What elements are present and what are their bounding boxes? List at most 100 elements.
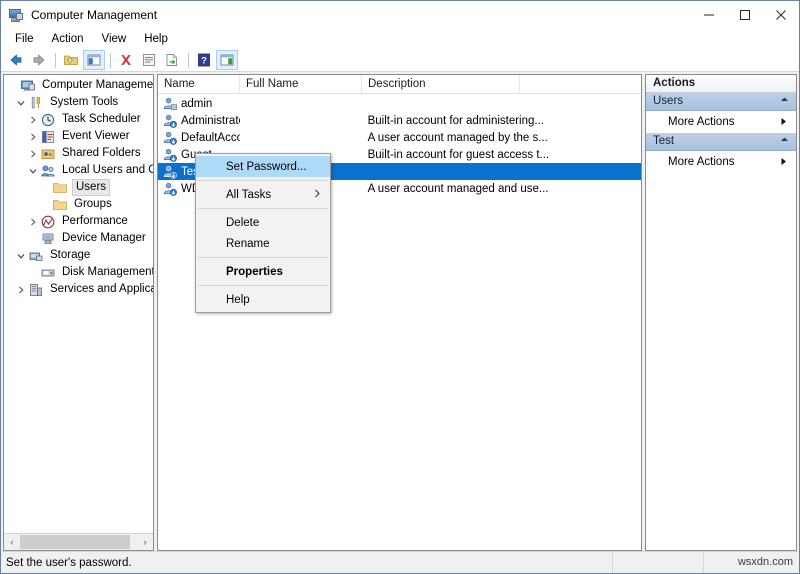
tree-item-shared-folders[interactable]: Shared Folders bbox=[4, 145, 153, 162]
tree-item-event-viewer[interactable]: Event Viewer bbox=[4, 128, 153, 145]
status-bar: Set the user's password. wsxdn.com bbox=[1, 551, 799, 573]
user-name: Administrator bbox=[181, 114, 240, 127]
delete-icon[interactable] bbox=[115, 50, 137, 70]
toolbar-separator bbox=[110, 52, 111, 68]
tree-item-label: Event Viewer bbox=[62, 130, 130, 142]
chevron-down-icon[interactable] bbox=[14, 95, 28, 111]
context-menu-separator bbox=[198, 208, 328, 209]
tree-item-storage[interactable]: Storage bbox=[4, 247, 153, 264]
tree-item-device-manager[interactable]: Device Manager bbox=[4, 230, 153, 247]
user-icon bbox=[162, 113, 178, 129]
scroll-left-icon[interactable]: ‹ bbox=[4, 534, 20, 550]
context-menu-item-delete[interactable]: Delete bbox=[196, 212, 330, 233]
context-menu-item-all-tasks[interactable]: All Tasks bbox=[196, 184, 330, 205]
tree-item-label: Groups bbox=[74, 198, 112, 210]
chevron-right-icon[interactable] bbox=[14, 282, 28, 298]
menu-file[interactable]: File bbox=[6, 30, 43, 49]
scroll-right-icon[interactable]: › bbox=[137, 534, 153, 550]
properties-icon[interactable] bbox=[138, 50, 160, 70]
chevron-right-icon[interactable] bbox=[26, 129, 40, 145]
cell-name: DefaultAcco bbox=[158, 130, 240, 146]
tree-item-task-scheduler[interactable]: Task Scheduler bbox=[4, 111, 153, 128]
chevron-right-icon[interactable] bbox=[26, 146, 40, 162]
menu-view[interactable]: View bbox=[93, 30, 136, 49]
status-segment bbox=[612, 552, 703, 573]
tree-item-label: Computer Management (Local bbox=[42, 79, 153, 91]
tree-item-disk-management[interactable]: Disk Management bbox=[4, 264, 153, 281]
table-row[interactable]: DefaultAcco A user account managed by th… bbox=[158, 129, 641, 146]
console-tree[interactable]: Computer Management (Local System Tools bbox=[4, 75, 153, 533]
cell-description: Built-in account for administering... bbox=[367, 114, 544, 127]
submenu-arrow-icon[interactable] bbox=[780, 157, 788, 168]
tree-item-services-and-applications[interactable]: Services and Applications bbox=[4, 281, 153, 298]
scroll-thumb[interactable] bbox=[20, 535, 130, 549]
user-name: DefaultAcco bbox=[181, 131, 240, 144]
tree-item-system-tools[interactable]: System Tools bbox=[4, 94, 153, 111]
user-icon bbox=[162, 130, 178, 146]
context-menu-item-set-password[interactable]: Set Password... bbox=[196, 156, 330, 177]
user-icon bbox=[162, 96, 178, 112]
tree-item-computer-management[interactable]: Computer Management (Local bbox=[4, 77, 153, 94]
context-menu-item-help[interactable]: Help bbox=[196, 289, 330, 310]
main-split: Computer Management (Local System Tools bbox=[1, 72, 799, 551]
actions-item-more-actions-users[interactable]: More Actions bbox=[646, 111, 796, 133]
actions-group-header-test[interactable]: Test bbox=[646, 133, 796, 151]
tree-item-performance[interactable]: Performance bbox=[4, 213, 153, 230]
tree-horizontal-scrollbar[interactable]: ‹ › bbox=[4, 533, 153, 550]
toolbar: ? bbox=[1, 49, 799, 72]
export-list-icon[interactable] bbox=[161, 50, 183, 70]
actions-group-header-users[interactable]: Users bbox=[646, 93, 796, 111]
help-icon[interactable]: ? bbox=[193, 50, 215, 70]
menu-help[interactable]: Help bbox=[135, 30, 177, 49]
event-icon bbox=[40, 129, 56, 145]
tree-item-label: Disk Management bbox=[62, 266, 153, 278]
actions-group-label: Users bbox=[653, 95, 684, 107]
list-column-header: Name Full Name Description bbox=[158, 75, 641, 94]
column-header-name[interactable]: Name bbox=[158, 75, 240, 93]
up-folder-icon[interactable] bbox=[60, 50, 82, 70]
menu-action[interactable]: Action bbox=[43, 30, 93, 49]
chevron-right-icon[interactable] bbox=[26, 214, 40, 230]
cell-name: Administrator bbox=[158, 113, 240, 129]
actions-title: Actions bbox=[646, 75, 796, 93]
submenu-arrow-icon[interactable] bbox=[780, 117, 788, 128]
tree-item-groups[interactable]: Groups bbox=[4, 196, 153, 213]
context-menu-item-label: Help bbox=[226, 293, 250, 306]
tree-item-local-users-and-groups[interactable]: Local Users and Groups bbox=[4, 162, 153, 179]
show-action-pane-icon[interactable] bbox=[216, 50, 238, 70]
actions-pane: Actions Users More Actions Test More Act… bbox=[645, 74, 797, 551]
table-row[interactable]: Administrator Built-in account for admin… bbox=[158, 112, 641, 129]
chevron-right-icon[interactable] bbox=[26, 112, 40, 128]
actions-item-label: More Actions bbox=[668, 156, 735, 168]
chevron-up-icon[interactable] bbox=[780, 133, 789, 150]
context-menu-item-label: All Tasks bbox=[226, 188, 272, 201]
performance-icon bbox=[40, 214, 56, 230]
services-icon bbox=[28, 282, 44, 298]
show-hide-tree-icon[interactable] bbox=[83, 50, 105, 70]
forward-icon[interactable] bbox=[28, 50, 50, 70]
column-header-description[interactable]: Description bbox=[362, 75, 520, 93]
table-row[interactable]: admin bbox=[158, 95, 641, 112]
tree-item-users[interactable]: Users bbox=[4, 179, 153, 196]
device-manager-icon bbox=[40, 231, 56, 247]
context-menu-item-label: Set Password... bbox=[226, 160, 307, 173]
context-menu-separator bbox=[198, 257, 328, 258]
chevron-down-icon[interactable] bbox=[14, 248, 28, 264]
context-menu-item-properties[interactable]: Properties bbox=[196, 261, 330, 282]
user-icon bbox=[162, 181, 178, 197]
maximize-button[interactable] bbox=[727, 1, 763, 29]
minimize-button[interactable] bbox=[691, 1, 727, 29]
context-menu-item-rename[interactable]: Rename bbox=[196, 233, 330, 254]
computer-icon bbox=[20, 78, 36, 94]
column-header-full-name[interactable]: Full Name bbox=[240, 75, 362, 93]
user-icon bbox=[162, 164, 178, 180]
back-icon[interactable] bbox=[5, 50, 27, 70]
actions-item-more-actions-test[interactable]: More Actions bbox=[646, 151, 796, 173]
close-button[interactable] bbox=[763, 1, 799, 29]
user-icon bbox=[162, 147, 178, 163]
context-menu[interactable]: Set Password... All Tasks Delete Rename … bbox=[195, 153, 331, 313]
chevron-down-icon[interactable] bbox=[26, 163, 40, 179]
scroll-track[interactable] bbox=[20, 534, 137, 550]
column-header-filler bbox=[520, 75, 641, 93]
chevron-up-icon[interactable] bbox=[780, 93, 789, 110]
